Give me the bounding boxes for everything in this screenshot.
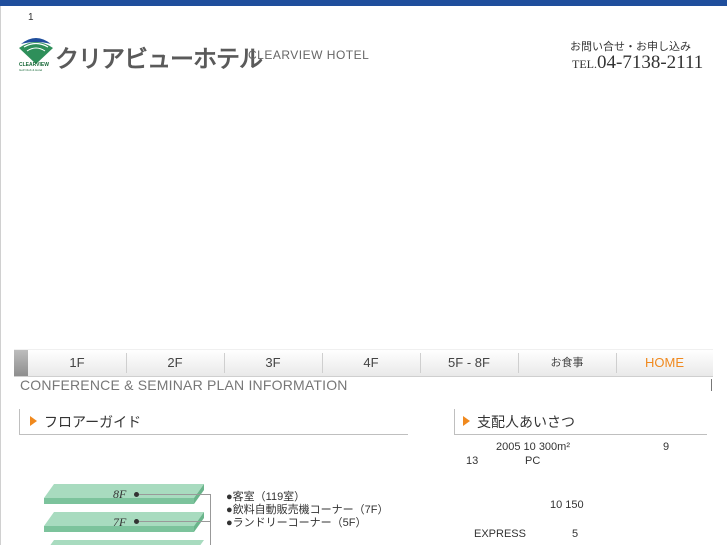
floor-label-7f: 7F [113, 515, 127, 529]
top-accent-bar [0, 0, 727, 6]
greeting-text: 13 [466, 455, 479, 467]
hotel-name-jp: クリアビューホテル [55, 46, 263, 73]
greeting-text: EXPRESS [474, 528, 526, 540]
nav-item-dining[interactable]: お食事 [518, 350, 616, 376]
floor-leader-line [139, 521, 210, 522]
triangle-right-icon [463, 416, 470, 426]
nav-item-1f[interactable]: 1F [28, 350, 126, 376]
nav-item-3f[interactable]: 3F [224, 350, 322, 376]
section-underline [19, 434, 408, 435]
triangle-right-icon [30, 416, 37, 426]
phone-prefix: TEL. [572, 57, 597, 71]
floor-guide-title: フロアーガイド [44, 414, 142, 430]
nav-item-2f[interactable]: 2F [126, 350, 224, 376]
floor-leader-vertical [210, 494, 211, 545]
section-underline [454, 434, 707, 435]
floor-label-8f: 8F [113, 487, 127, 501]
greeting-text: PC [525, 455, 541, 467]
floor-leader-line [139, 494, 210, 495]
nav-item-5f-8f[interactable]: 5F - 8F [420, 350, 518, 376]
floor-note-laundry: ●ランドリーコーナー（5F） [226, 517, 367, 529]
nav-item-home[interactable]: HOME [616, 350, 713, 376]
page-left-border [0, 6, 1, 545]
section-left-rule [454, 409, 455, 435]
logo-mark-subtext: Golf Club & Hotel [19, 68, 43, 72]
plan-banner-title: CONFERENCE & SEMINAR PLAN INFORMATION [20, 377, 348, 393]
banner-edge-mark [711, 379, 712, 391]
greeting-text: 5 [572, 528, 579, 540]
greeting-text: 2005 10 300m² [496, 441, 570, 453]
floor-plate-6f [50, 540, 204, 545]
contact-phone[interactable]: TEL.04-7138-2111 [572, 52, 703, 74]
nav-item-4f[interactable]: 4F [322, 350, 420, 376]
greeting-title: 支配人あいさつ [477, 414, 575, 430]
section-left-rule [19, 409, 20, 435]
logo-mark-text: CLEARVIEW Golf Club & Hotel [19, 62, 49, 72]
greeting-text: 10 150 [550, 499, 584, 511]
page-number: 1 [28, 12, 34, 23]
phone-number: 04-7138-2111 [597, 52, 704, 73]
floor-guide-heading: フロアーガイド [30, 412, 141, 432]
hotel-name-en: CLEARVIEW HOTEL [248, 48, 370, 62]
nav-left-cap [14, 350, 28, 376]
greeting-heading: 支配人あいさつ [463, 412, 575, 432]
greeting-text: 9 [663, 441, 670, 453]
floor-navigation: 1F 2F 3F 4F 5F - 8F お食事 HOME [14, 349, 713, 377]
